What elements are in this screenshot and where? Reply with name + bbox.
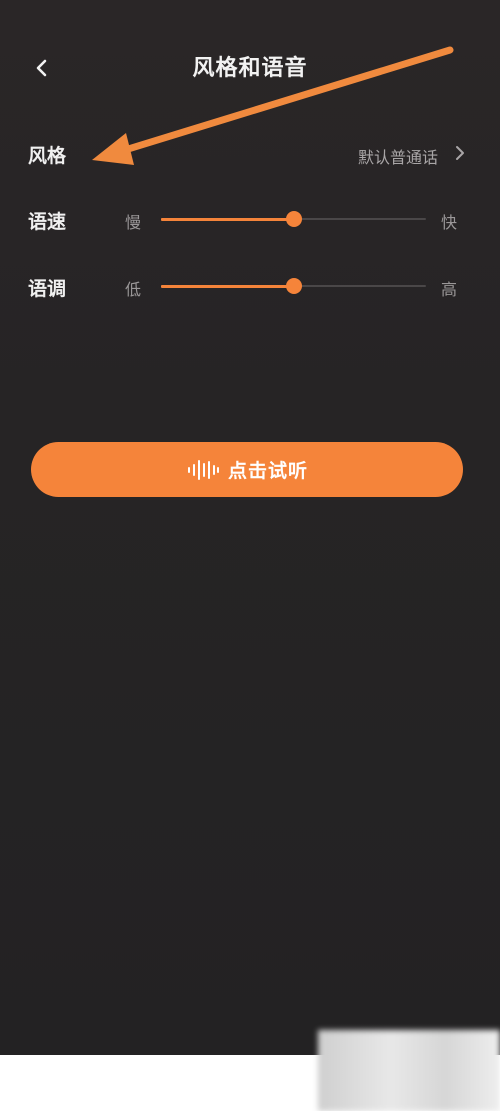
tone-min-label: 低	[125, 280, 142, 299]
slider-thumb[interactable]	[285, 278, 302, 294]
tone-label: 语调	[28, 278, 67, 300]
page-title: 风格和语音	[192, 56, 308, 81]
tone-slider[interactable]	[161, 276, 426, 296]
slider-thumb[interactable]	[285, 211, 302, 227]
sound-wave-icon	[187, 459, 219, 480]
blurred-area	[318, 1030, 500, 1111]
speed-min-label: 慢	[125, 213, 142, 232]
chevron-right-icon	[456, 146, 464, 160]
slider-fill	[161, 285, 294, 288]
style-label: 风格	[28, 145, 67, 167]
speed-label: 语速	[28, 211, 67, 233]
slider-fill	[161, 218, 294, 221]
speed-max-label: 快	[441, 213, 458, 232]
style-value: 默认普通话	[357, 148, 438, 167]
tone-max-label: 高	[441, 280, 458, 299]
listen-button-label: 点击试听	[227, 460, 308, 482]
speed-slider[interactable]	[161, 209, 426, 229]
listen-button[interactable]: 点击试听	[31, 442, 463, 497]
settings-screen: 风格和语音 风格 默认普通话 语速 慢 快 语调 低 高 点击试听	[0, 0, 500, 1055]
